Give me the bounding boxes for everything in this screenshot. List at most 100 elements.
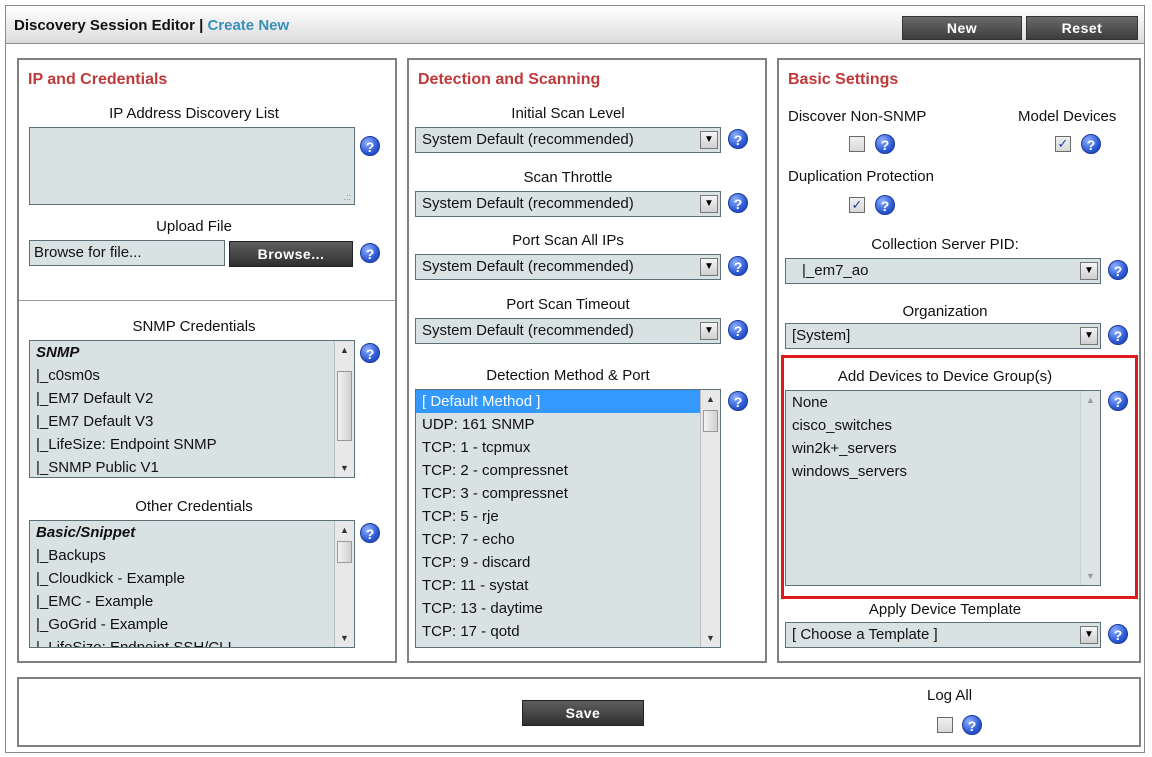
device-template-select[interactable]: [ Choose a Template ] ▼ bbox=[785, 622, 1101, 648]
detection-method-list[interactable]: [ Default Method ] UDP: 161 SNMP TCP: 1 … bbox=[415, 389, 721, 648]
chevron-down-icon[interactable]: ▼ bbox=[1080, 327, 1098, 345]
list-item[interactable]: cisco_switches bbox=[786, 414, 1100, 437]
scrollbar[interactable]: ▲ ▼ bbox=[334, 341, 354, 477]
list-item[interactable]: UDP: 161 SNMP bbox=[416, 413, 720, 436]
list-item[interactable]: Basic/Snippet bbox=[30, 521, 354, 544]
list-item[interactable]: |_EM7 Default V3 bbox=[30, 410, 354, 433]
port-scan-all-select[interactable]: System Default (recommended) ▼ bbox=[415, 254, 721, 280]
list-item[interactable]: [ Default Method ] bbox=[416, 390, 720, 413]
device-template-value: [ Choose a Template ] bbox=[792, 626, 938, 643]
scroll-up-icon[interactable]: ▲ bbox=[701, 390, 720, 408]
list-item[interactable]: |_Backups bbox=[30, 544, 354, 567]
list-item[interactable]: |_LifeSize: Endpoint SSH/CLI bbox=[30, 636, 354, 647]
reset-button[interactable]: Reset bbox=[1026, 16, 1138, 40]
scroll-down-icon[interactable]: ▼ bbox=[1081, 567, 1100, 585]
resize-grip-icon[interactable]: .:: bbox=[343, 192, 351, 202]
collection-server-value: |_em7_ao bbox=[802, 262, 869, 279]
model-devices-label: Model Devices bbox=[1018, 108, 1117, 125]
list-item[interactable]: TCP: 2 - compressnet bbox=[416, 459, 720, 482]
list-item[interactable]: win2k+_servers bbox=[786, 437, 1100, 460]
scroll-up-icon[interactable]: ▲ bbox=[1081, 391, 1100, 409]
help-icon[interactable]: ? bbox=[962, 715, 982, 735]
list-item[interactable]: |_Cloudkick - Example bbox=[30, 567, 354, 590]
list-item[interactable]: |_EMC - Example bbox=[30, 590, 354, 613]
help-icon[interactable]: ? bbox=[360, 243, 380, 263]
help-icon[interactable]: ? bbox=[360, 523, 380, 543]
snmp-credentials-label: SNMP Credentials bbox=[132, 318, 256, 335]
ip-address-list-textarea[interactable]: .:: bbox=[29, 127, 355, 205]
help-icon[interactable]: ? bbox=[1108, 624, 1128, 644]
list-item[interactable]: TCP: 9 - discard bbox=[416, 551, 720, 574]
initial-scan-value: System Default (recommended) bbox=[422, 131, 634, 148]
device-group-list[interactable]: None cisco_switches win2k+_servers windo… bbox=[785, 390, 1101, 586]
list-item[interactable]: TCP: 7 - echo bbox=[416, 528, 720, 551]
list-item[interactable]: TCP: 11 - systat bbox=[416, 574, 720, 597]
detection-scanning-panel: Detection and Scanning Initial Scan Leve… bbox=[407, 58, 767, 663]
chevron-down-icon[interactable]: ▼ bbox=[1080, 262, 1098, 280]
title-text: Discovery Session Editor bbox=[14, 17, 195, 34]
list-item[interactable]: TCP: 13 - daytime bbox=[416, 597, 720, 620]
help-icon[interactable]: ? bbox=[1081, 134, 1101, 154]
chevron-down-icon[interactable]: ▼ bbox=[700, 195, 718, 213]
save-button[interactable]: Save bbox=[522, 700, 644, 726]
chevron-down-icon[interactable]: ▼ bbox=[700, 258, 718, 276]
list-item[interactable]: TCP: 17 - qotd bbox=[416, 620, 720, 643]
scrollbar[interactable]: ▲ ▼ bbox=[700, 390, 720, 647]
create-new-link[interactable]: Create New bbox=[207, 17, 289, 34]
scroll-down-icon[interactable]: ▼ bbox=[701, 629, 720, 647]
list-item[interactable]: SNMP bbox=[30, 341, 354, 364]
organization-select[interactable]: [System] ▼ bbox=[785, 323, 1101, 349]
list-item[interactable]: windows_servers bbox=[786, 460, 1100, 483]
scan-throttle-select[interactable]: System Default (recommended) ▼ bbox=[415, 191, 721, 217]
chevron-down-icon[interactable]: ▼ bbox=[700, 131, 718, 149]
help-icon[interactable]: ? bbox=[728, 391, 748, 411]
list-item[interactable]: |_EM7 Default V2 bbox=[30, 387, 354, 410]
port-scan-timeout-select[interactable]: System Default (recommended) ▼ bbox=[415, 318, 721, 344]
browse-button[interactable]: Browse... bbox=[229, 241, 353, 267]
initial-scan-select[interactable]: System Default (recommended) ▼ bbox=[415, 127, 721, 153]
list-item[interactable]: |_SNMP Public V1 bbox=[30, 456, 354, 477]
scroll-up-icon[interactable]: ▲ bbox=[335, 521, 354, 539]
chevron-down-icon[interactable]: ▼ bbox=[700, 322, 718, 340]
other-credentials-list[interactable]: Basic/Snippet |_Backups |_Cloudkick - Ex… bbox=[29, 520, 355, 648]
help-icon[interactable]: ? bbox=[360, 343, 380, 363]
snmp-credentials-list[interactable]: SNMP |_c0sm0s |_EM7 Default V2 |_EM7 Def… bbox=[29, 340, 355, 478]
list-item[interactable]: |_c0sm0s bbox=[30, 364, 354, 387]
scrollbar[interactable]: ▲ ▼ bbox=[334, 521, 354, 647]
chevron-down-icon[interactable]: ▼ bbox=[1080, 626, 1098, 644]
help-icon[interactable]: ? bbox=[360, 136, 380, 156]
scroll-thumb[interactable] bbox=[703, 410, 718, 432]
list-item[interactable]: TCP: 1 - tcpmux bbox=[416, 436, 720, 459]
help-icon[interactable]: ? bbox=[728, 320, 748, 340]
dup-protection-checkbox[interactable]: ✓ bbox=[849, 197, 865, 213]
list-item[interactable]: TCP: 5 - rje bbox=[416, 505, 720, 528]
ip-list-label: IP Address Discovery List bbox=[109, 105, 279, 122]
scroll-thumb[interactable] bbox=[337, 541, 352, 563]
non-snmp-checkbox[interactable] bbox=[849, 136, 865, 152]
new-button[interactable]: New bbox=[902, 16, 1022, 40]
help-icon[interactable]: ? bbox=[1108, 260, 1128, 280]
help-icon[interactable]: ? bbox=[875, 195, 895, 215]
list-item[interactable]: |_GoGrid - Example bbox=[30, 613, 354, 636]
help-icon[interactable]: ? bbox=[1108, 391, 1128, 411]
log-all-checkbox[interactable] bbox=[937, 717, 953, 733]
scroll-thumb[interactable] bbox=[337, 371, 352, 441]
device-group-label: Add Devices to Device Group(s) bbox=[837, 368, 1053, 385]
help-icon[interactable]: ? bbox=[875, 134, 895, 154]
list-item[interactable]: |_LifeSize: Endpoint SNMP bbox=[30, 433, 354, 456]
list-item[interactable]: None bbox=[786, 391, 1100, 414]
upload-file-input[interactable]: Browse for file... bbox=[29, 240, 225, 266]
scrollbar[interactable]: ▲ ▼ bbox=[1080, 391, 1100, 585]
help-icon[interactable]: ? bbox=[1108, 325, 1128, 345]
collection-server-select[interactable]: |_em7_ao ▼ bbox=[785, 258, 1101, 284]
help-icon[interactable]: ? bbox=[728, 193, 748, 213]
list-item[interactable]: TCP: 3 - compressnet bbox=[416, 482, 720, 505]
model-devices-checkbox[interactable]: ✓ bbox=[1055, 136, 1071, 152]
discovery-session-editor: Discovery Session Editor | Create New Ne… bbox=[5, 5, 1145, 753]
scroll-down-icon[interactable]: ▼ bbox=[335, 459, 354, 477]
scroll-down-icon[interactable]: ▼ bbox=[335, 629, 354, 647]
help-icon[interactable]: ? bbox=[728, 256, 748, 276]
help-icon[interactable]: ? bbox=[728, 129, 748, 149]
upload-file-label: Upload File bbox=[156, 218, 232, 235]
scroll-up-icon[interactable]: ▲ bbox=[335, 341, 354, 359]
